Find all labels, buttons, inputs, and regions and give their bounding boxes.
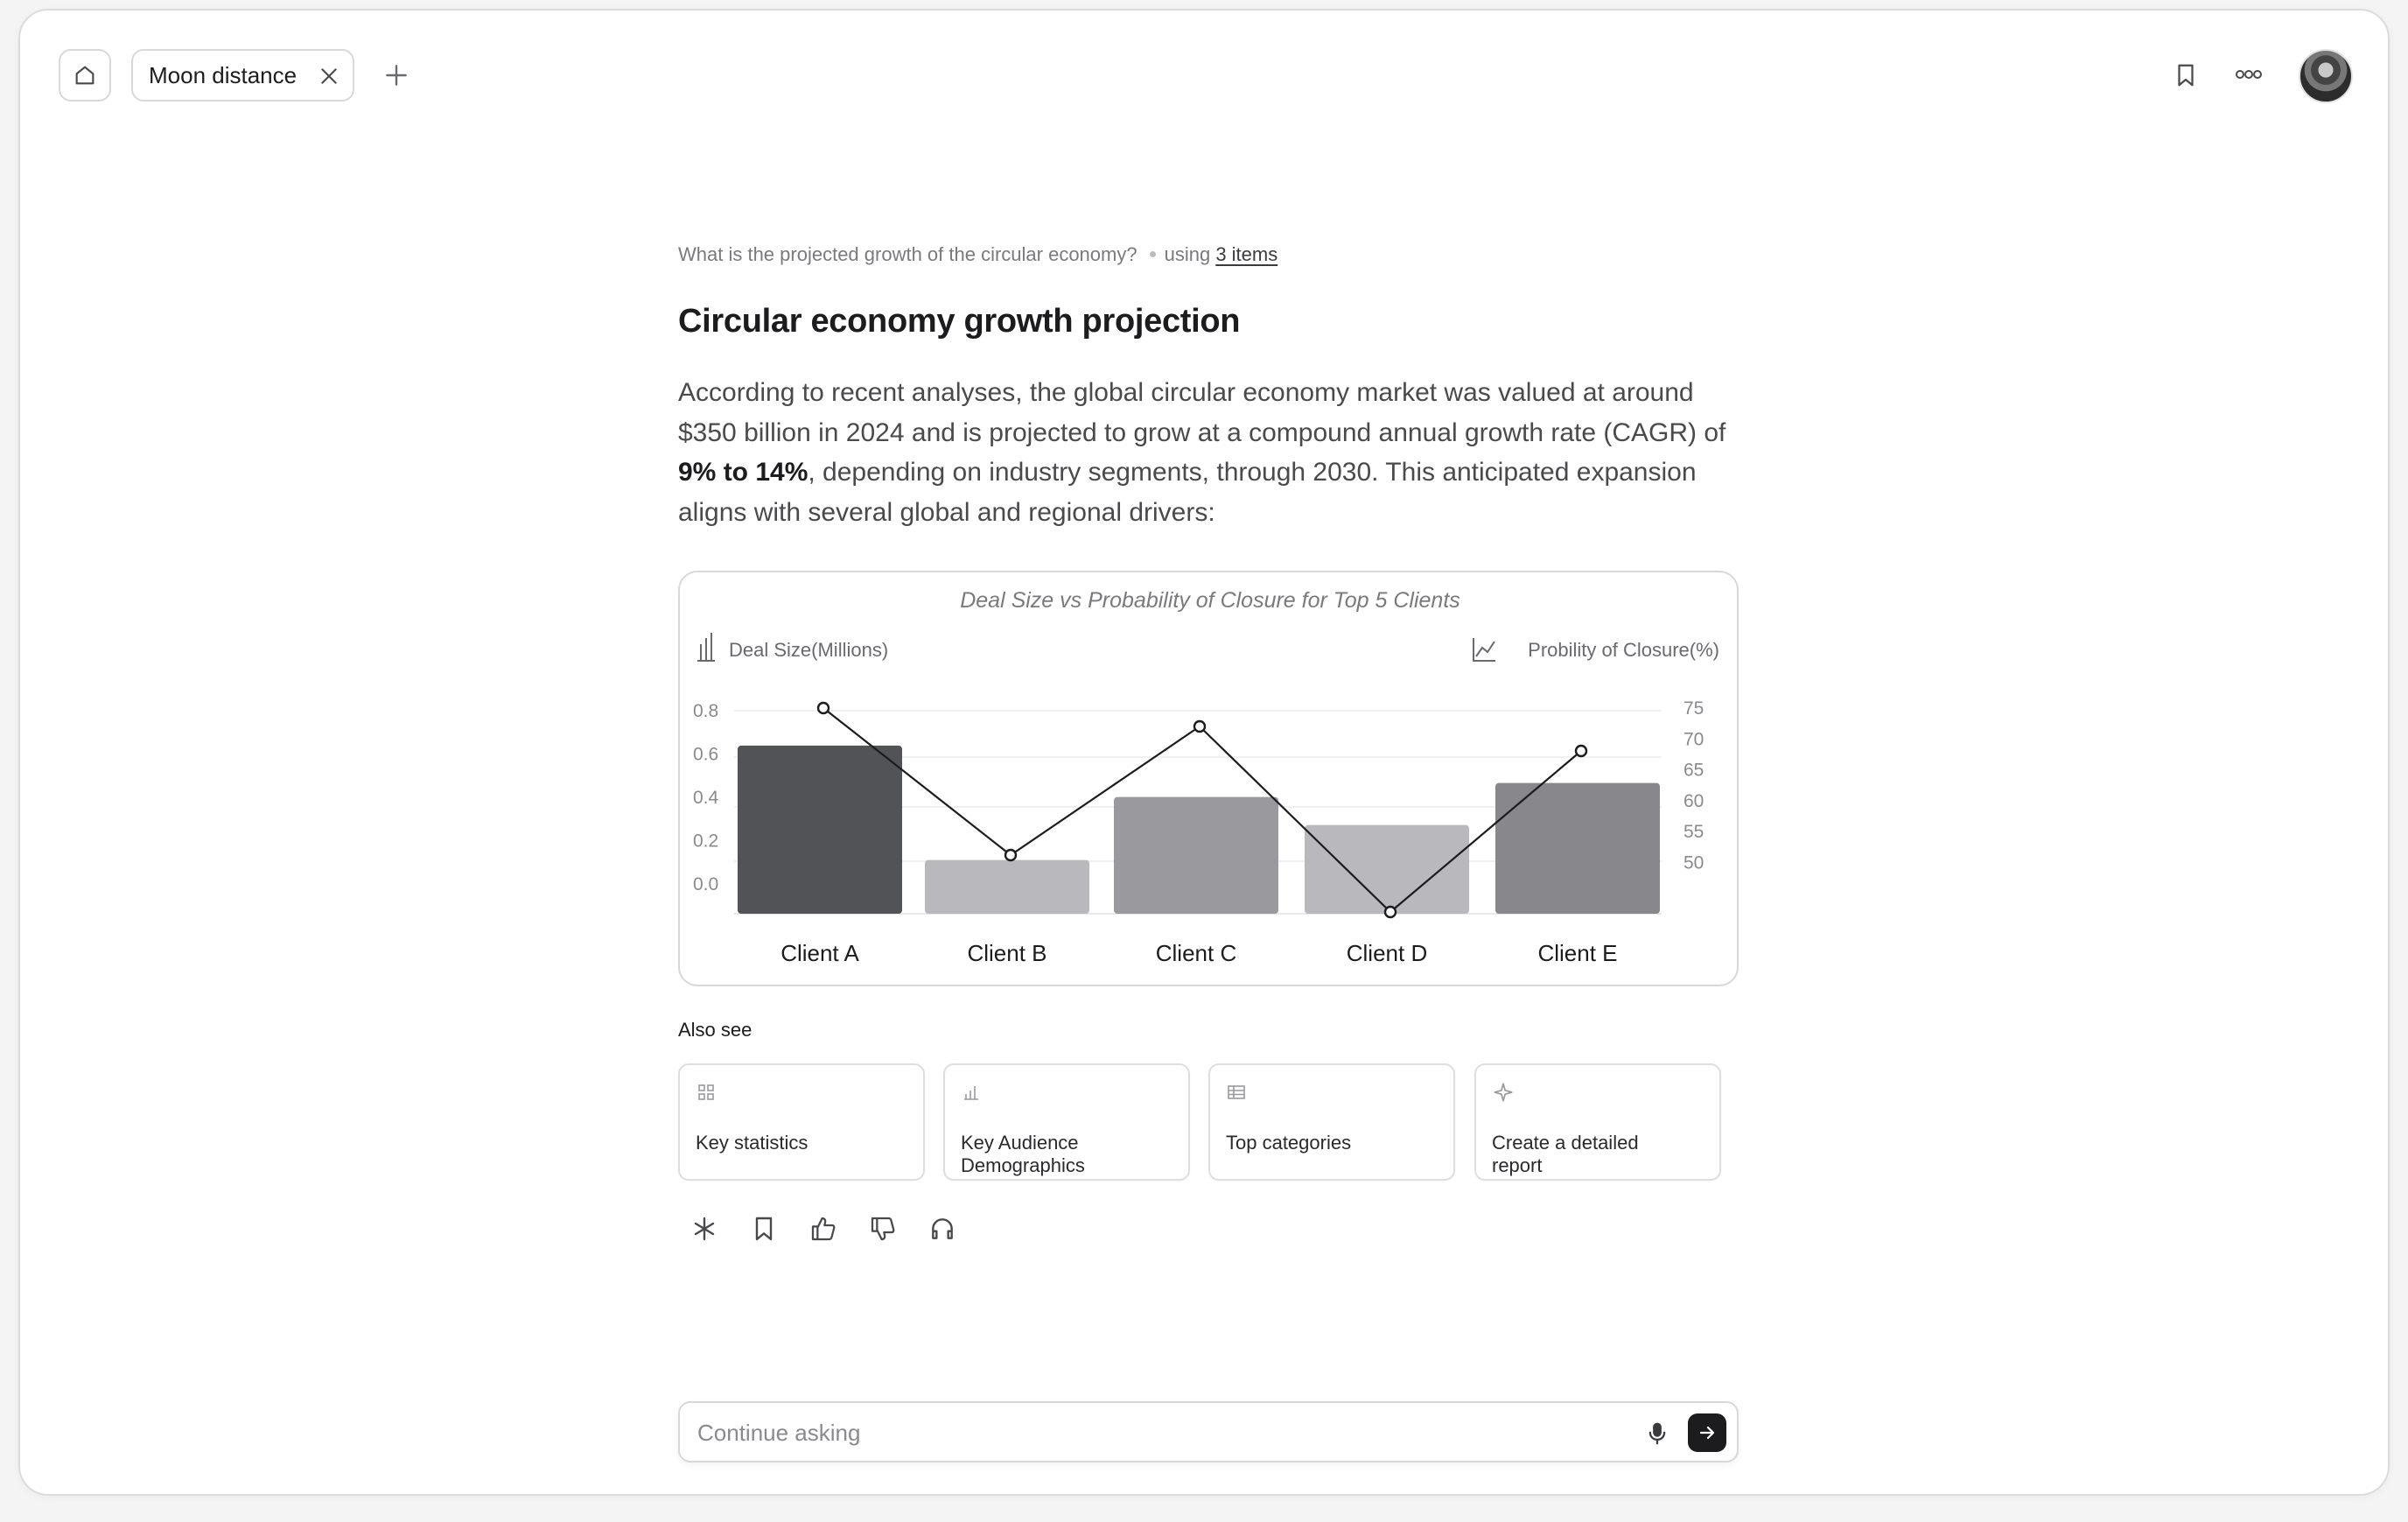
- right-tick-label: 75: [1684, 698, 1704, 719]
- also-see-heading: Also see: [678, 1019, 752, 1041]
- thumbs-down-icon[interactable]: [869, 1215, 897, 1243]
- chart-card: Deal Size vs Probability of Closure for …: [678, 571, 1739, 986]
- card-create-detailed-report[interactable]: Create a detailed report: [1474, 1063, 1721, 1181]
- sparkle-icon: [1494, 1083, 1513, 1102]
- x-tick-label: Client D: [1347, 940, 1427, 966]
- para-text-1: According to recent analyses, the global…: [678, 378, 1726, 447]
- card-label: Top categories: [1226, 1132, 1352, 1154]
- card-top-categories[interactable]: Top categories: [1208, 1063, 1455, 1181]
- also-see-cards: Key statistics Key Audience Demographics…: [678, 1063, 1739, 1181]
- query-line: What is the projected growth of the circ…: [678, 243, 1278, 266]
- continue-asking-box: [678, 1401, 1739, 1462]
- right-tick-label: 70: [1684, 729, 1704, 749]
- asterisk-icon[interactable]: [690, 1215, 718, 1243]
- x-axis-labels: Client A Client B Client C Client D Client E: [780, 940, 1617, 966]
- bar-client-a: [738, 745, 902, 914]
- right-tick-label: 60: [1684, 791, 1704, 811]
- card-key-statistics[interactable]: Key statistics: [678, 1063, 925, 1181]
- left-tick-label: 0.4: [693, 788, 719, 808]
- table-icon: [1228, 1085, 1245, 1099]
- x-tick-label: Client C: [1156, 940, 1236, 966]
- arrow-right-icon: [1699, 1426, 1715, 1440]
- bar-series: [738, 745, 1660, 914]
- more-options-icon[interactable]: [2234, 65, 2264, 84]
- bar-client-c: [1114, 796, 1278, 914]
- x-tick-label: Client A: [780, 940, 859, 966]
- bar-client-d: [1305, 824, 1469, 914]
- home-icon: [75, 66, 94, 85]
- separator-dot: [1149, 250, 1156, 257]
- left-axis-ticks: 0.8 0.6 0.4 0.2 0.0: [693, 701, 719, 894]
- sources-link[interactable]: 3 items: [1215, 243, 1278, 265]
- left-tick-label: 0.2: [693, 831, 718, 852]
- new-tab-plus-icon[interactable]: [382, 61, 410, 89]
- x-tick-label: Client E: [1537, 940, 1617, 966]
- microphone-icon[interactable]: [1644, 1419, 1670, 1448]
- card-label: Key Audience Demographics: [961, 1132, 1085, 1176]
- close-icon[interactable]: [318, 65, 340, 88]
- line-point: [1193, 719, 1207, 733]
- right-tick-label: 65: [1684, 761, 1704, 781]
- right-axis-ticks: 75 70 65 60 55 50: [1684, 698, 1704, 873]
- headphones-icon[interactable]: [928, 1215, 956, 1243]
- x-tick-label: Client B: [967, 940, 1046, 966]
- right-axis-label: Probility of Closure(%): [1528, 639, 1719, 661]
- card-key-audience-demographics[interactable]: Key Audience Demographics: [943, 1063, 1190, 1181]
- query-text: What is the projected growth of the circ…: [678, 243, 1138, 265]
- left-tick-label: 0.6: [693, 745, 718, 765]
- thumbs-up-icon[interactable]: [809, 1215, 837, 1243]
- user-avatar[interactable]: [2299, 49, 2353, 103]
- using-prefix: using: [1164, 243, 1211, 265]
- app-window: Moon distance What is the projected grow…: [18, 9, 2390, 1496]
- chart-title: Deal Size vs Probability of Closure for …: [960, 588, 1460, 613]
- line-point: [1383, 905, 1397, 919]
- tab-moon-distance[interactable]: Moon distance: [131, 49, 354, 102]
- para-bold: 9% to 14%: [678, 458, 808, 487]
- tab-label: Moon distance: [149, 61, 298, 88]
- left-axis-label: Deal Size(Millions): [729, 639, 888, 661]
- answer-title: Circular economy growth projection: [678, 303, 1241, 340]
- para-text-2: , depending on industry segments, throug…: [678, 458, 1697, 527]
- answer-paragraph: According to recent analyses, the global…: [678, 373, 1746, 532]
- card-label: Key statistics: [696, 1132, 808, 1154]
- continue-asking-input[interactable]: [697, 1415, 1572, 1450]
- left-tick-label: 0.0: [693, 874, 718, 894]
- card-label: Create a detailed report: [1492, 1132, 1639, 1176]
- deal-size-chart: Deal Size vs Probability of Closure for …: [693, 588, 1719, 966]
- bar-chart-legend-icon: [697, 633, 715, 662]
- line-point: [1004, 848, 1018, 862]
- home-button[interactable]: [59, 49, 111, 102]
- line-chart-legend-icon: [1473, 638, 1495, 662]
- grid-icon: [698, 1084, 714, 1100]
- line-point: [1574, 744, 1588, 758]
- bookmark-icon[interactable]: [750, 1215, 778, 1243]
- send-button[interactable]: [1688, 1413, 1726, 1452]
- right-tick-label: 55: [1684, 822, 1704, 842]
- left-tick-label: 0.8: [693, 701, 718, 721]
- bookmark-icon[interactable]: [2173, 61, 2199, 89]
- bar-client-b: [925, 859, 1089, 914]
- right-tick-label: 50: [1684, 853, 1704, 873]
- line-point: [816, 701, 830, 715]
- bar-chart-icon: [964, 1086, 978, 1100]
